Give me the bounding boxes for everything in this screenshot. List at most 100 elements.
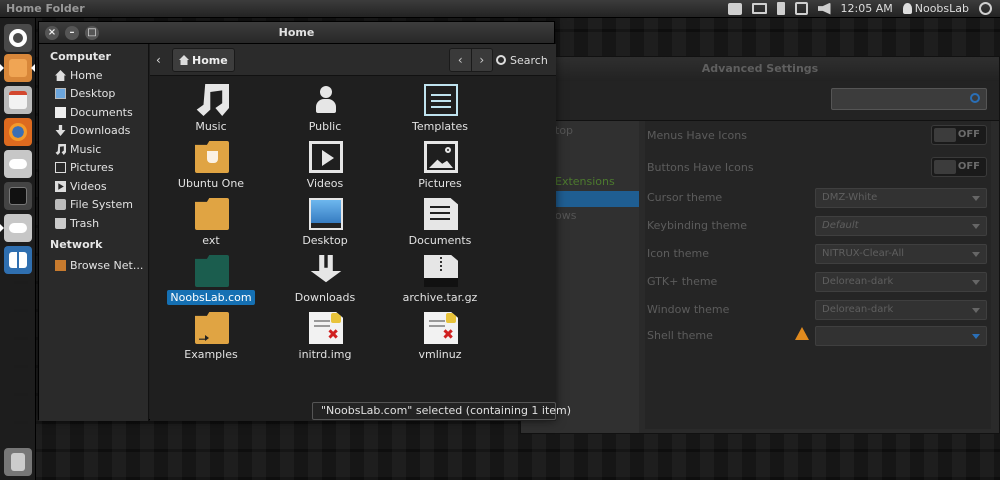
window-theme-select[interactable]: Delorean-dark xyxy=(815,300,987,320)
sidebar-item-downloads[interactable]: Downloads xyxy=(55,124,130,137)
file-item[interactable]: Public xyxy=(270,84,380,140)
file-item[interactable]: Ubuntu One xyxy=(156,141,266,197)
workspace-switcher-icon[interactable] xyxy=(4,246,32,274)
running-indicator xyxy=(0,224,4,232)
search-button[interactable]: Search xyxy=(496,48,548,72)
sidebar-item-label: Pictures xyxy=(70,161,114,174)
ubuntu-dash-icon[interactable] xyxy=(4,24,32,52)
window-title: Home xyxy=(278,26,315,39)
drive-icon[interactable] xyxy=(4,150,32,178)
selected-label: NoobsLab.com xyxy=(167,290,255,305)
firefox-icon[interactable] xyxy=(4,118,32,146)
sidebar-item-file-system[interactable]: File System xyxy=(55,198,133,211)
sidebar-item-videos[interactable]: Videos xyxy=(55,180,107,193)
sidebar-item-trash[interactable]: Trash xyxy=(55,217,99,230)
file-item[interactable]: ✖ initrd.img xyxy=(270,312,380,368)
file-manager-window: × – □ Home Computer Home Desktop Documen… xyxy=(38,21,556,421)
search-input[interactable] xyxy=(831,88,987,110)
back-button[interactable]: ‹ xyxy=(156,51,168,69)
breadcrumb-label: Home xyxy=(192,53,228,67)
sidebar-item-label: File System xyxy=(70,198,133,211)
focused-indicator xyxy=(31,64,35,72)
search-label: Search xyxy=(510,53,548,67)
sidebar-item-pictures[interactable]: Pictures xyxy=(55,161,114,174)
file-item[interactable]: Templates xyxy=(385,84,495,140)
setting-label: Icon theme xyxy=(647,247,710,260)
file-item[interactable]: Videos xyxy=(270,141,380,197)
file-item[interactable]: Music xyxy=(156,84,266,140)
sidebar-item-desktop[interactable]: Desktop xyxy=(55,87,115,100)
setting-row: Window theme Delorean-dark xyxy=(645,299,991,321)
computer-header: Computer xyxy=(50,50,111,63)
setting-label: Window theme xyxy=(647,303,730,316)
warning-icon xyxy=(795,327,809,340)
terminal-icon[interactable] xyxy=(4,182,32,210)
file-item[interactable]: archive.tar.gz xyxy=(385,255,495,311)
volume-icon[interactable] xyxy=(817,2,831,15)
window-title: Advanced Settings xyxy=(521,57,999,81)
category-item[interactable]: ows xyxy=(555,209,576,222)
archive-icon xyxy=(424,255,458,287)
network-icon[interactable] xyxy=(794,2,808,15)
desktop-icon xyxy=(55,88,66,99)
file-label: Documents xyxy=(408,234,472,247)
gtk-theme-select[interactable]: Delorean-dark xyxy=(815,272,987,292)
icon-theme-select[interactable]: NITRUX-Clear-All xyxy=(815,244,987,264)
file-item[interactable]: Documents xyxy=(385,198,495,254)
chevron-down-icon xyxy=(972,196,980,201)
folder-icon xyxy=(195,255,229,287)
breadcrumb-home[interactable]: Home xyxy=(172,48,235,72)
file-label: NoobsLab.com xyxy=(156,290,266,305)
setting-row: GTK+ theme Delorean-dark xyxy=(645,271,991,293)
desktop-icon xyxy=(309,198,343,230)
document-icon xyxy=(424,198,458,230)
file-label: Templates xyxy=(412,120,468,133)
mail-icon[interactable] xyxy=(751,3,767,14)
file-item[interactable]: ext xyxy=(156,198,266,254)
file-label: initrd.img xyxy=(298,348,352,361)
home-icon xyxy=(55,70,66,81)
file-item[interactable]: Desktop xyxy=(270,198,380,254)
file-item[interactable]: Downloads xyxy=(270,255,380,311)
category-selected[interactable] xyxy=(555,191,639,207)
trash-icon[interactable] xyxy=(4,448,32,476)
category-item[interactable]: Extensions xyxy=(555,175,615,188)
file-label: archive.tar.gz xyxy=(402,291,478,304)
battery-icon[interactable] xyxy=(776,2,785,15)
printer-icon[interactable] xyxy=(727,2,742,15)
sidebar-item-label: Home xyxy=(70,69,103,82)
cursor-theme-select[interactable]: DMZ-White xyxy=(815,188,987,208)
sidebar-item-browse-network[interactable]: Browse Net... xyxy=(55,259,143,272)
chevron-right-icon[interactable]: › xyxy=(470,49,492,71)
sidebar-item-label: Trash xyxy=(70,217,100,230)
clock[interactable]: 12:05 AM xyxy=(841,2,893,15)
sidebar-item-music[interactable]: Music xyxy=(55,143,101,156)
chevron-down-icon xyxy=(972,252,980,257)
setting-row: Menus Have Icons OFF xyxy=(645,125,991,147)
drive-icon[interactable] xyxy=(4,214,32,242)
power-icon[interactable] xyxy=(979,2,992,15)
sidebar-item-home[interactable]: Home xyxy=(55,69,102,82)
menus-icons-toggle[interactable]: OFF xyxy=(931,125,987,145)
file-label: Examples xyxy=(184,348,238,361)
keybinding-theme-select[interactable]: Default xyxy=(815,216,987,236)
category-item[interactable]: top xyxy=(555,124,573,137)
title-bar[interactable]: × – □ Home xyxy=(39,22,554,44)
file-item[interactable]: Pictures xyxy=(385,141,495,197)
files-icon[interactable] xyxy=(4,54,32,82)
file-item[interactable]: ✖ vmlinuz xyxy=(385,312,495,368)
shell-theme-select[interactable] xyxy=(815,326,987,346)
file-item-selected[interactable]: NoobsLab.com xyxy=(156,255,266,311)
chevron-left-icon[interactable]: ‹ xyxy=(450,49,471,71)
toggle-state: OFF xyxy=(957,161,980,172)
user-menu[interactable]: NoobsLab xyxy=(902,2,969,15)
binary-icon: ✖ xyxy=(424,312,458,344)
download-icon xyxy=(310,255,342,283)
file-item[interactable]: Examples xyxy=(156,312,266,368)
home-icon xyxy=(179,55,189,65)
music-note-icon xyxy=(196,84,229,116)
sidebar-item-documents[interactable]: Documents xyxy=(55,106,133,119)
advanced-settings-window: Advanced Settings top Extensions ows Men… xyxy=(520,56,1000,434)
buttons-icons-toggle[interactable]: OFF xyxy=(931,157,987,177)
notes-icon[interactable] xyxy=(4,86,32,114)
